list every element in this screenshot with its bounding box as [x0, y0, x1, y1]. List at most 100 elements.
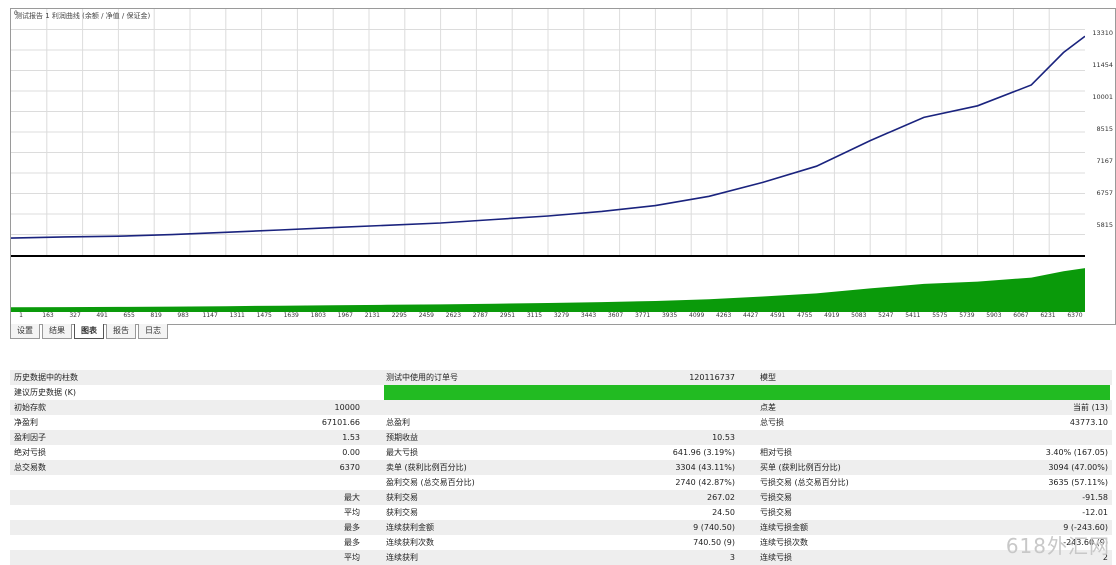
report-cell: 67101.66	[321, 418, 360, 427]
time-axis-label: 2459	[418, 312, 435, 319]
report-cell: 1.53	[342, 433, 360, 442]
report-row: 盈利因子 1.53 预期收益 10.53	[10, 430, 1112, 445]
report-row: 净盈利 67101.66 总盈利 总亏损 43773.10	[10, 415, 1112, 430]
report-cell: 模型	[760, 373, 776, 382]
report-cell: 绝对亏损	[14, 448, 46, 457]
report-cell: 总亏损	[760, 418, 784, 427]
price-axis-label: 11454	[1092, 61, 1113, 69]
report-cell: 9 (740.50)	[693, 523, 735, 532]
report-cell: 当前 (13)	[1073, 403, 1108, 412]
report-row: 最多 连续获利次数 740.50 (9) 连续亏损次数 -243.60 (9)	[10, 535, 1112, 550]
time-axis-label: 327	[69, 312, 81, 319]
time-axis-label: 4263	[716, 312, 732, 319]
price-axis: 13310 11454 10001 8515 7167 6757 5815	[1085, 9, 1115, 255]
report-cell: 2740 (42.87%)	[675, 478, 735, 487]
report-cell: 267.02	[707, 493, 735, 502]
price-axis-label: 13310	[1092, 29, 1113, 37]
report-cell: 历史数据中的柱数	[14, 373, 78, 382]
time-axis-label: 4755	[797, 312, 813, 319]
tab-4[interactable]: 日志	[138, 324, 168, 339]
time-axis-label: 4427	[743, 312, 759, 319]
price-axis-label: 6757	[1096, 189, 1113, 197]
report-row: 建议历史数据 (K)	[10, 385, 1112, 400]
volume-area	[11, 268, 1085, 312]
time-axis-label: 655	[123, 312, 135, 319]
volume-chart	[11, 268, 1085, 312]
report-row: 最大 获利交易 267.02 亏损交易 -91.58	[10, 490, 1112, 505]
time-axis-label: 163	[42, 312, 54, 319]
report-cell: -91.58	[1082, 493, 1108, 502]
time-axis-label: 2623	[445, 312, 462, 319]
report-cell: 最多	[344, 523, 360, 532]
time-axis: 1 163 327 491 655 819 983 1147 1311 1475 1639 1803 1…	[11, 312, 1085, 324]
report-table: 历史数据中的柱数 测试中使用的订单号 120116737 模型 建议历史数据 (K) 初始…	[10, 370, 1112, 565]
report-cell: 10000	[334, 403, 360, 412]
tab-1[interactable]: 结果	[42, 324, 72, 339]
strategy-tester-graph: 测试报告 1 利润曲线 (余额 / 净值 / 保证金) 13310 11454 1 0…	[10, 8, 1116, 325]
report-cell: 初始存款	[14, 403, 46, 412]
time-axis-label: 4919	[824, 312, 840, 319]
report-cell: 最大	[344, 493, 360, 502]
time-axis-label: 3279	[553, 312, 570, 319]
time-axis-label: 1475	[256, 312, 272, 319]
report-row: 盈利交易 (总交易百分比) 2740 (42.87%) 亏损交易 (总交易百分比) 3…	[10, 475, 1112, 490]
tester-tabs: 设置 结果 图表 报告 日志	[10, 324, 170, 340]
report-cell: 641.96 (3.19%)	[672, 448, 735, 457]
time-axis-label: 1639	[283, 312, 299, 319]
time-axis-label: 4591	[770, 312, 786, 319]
time-axis-label: 3607	[607, 312, 624, 319]
report-cell: 连续亏损金额	[760, 523, 808, 532]
time-axis-label: 5903	[986, 312, 1002, 319]
price-axis-label: 5815	[1096, 221, 1113, 229]
time-axis-label: 1967	[337, 312, 353, 319]
time-axis-label: 6231	[1040, 312, 1056, 319]
price-axis-label: 7167	[1096, 157, 1113, 165]
report-row: 绝对亏损 0.00 最大亏损 641.96 (3.19%) 相对亏损 3.40% (167…	[10, 445, 1112, 460]
volume-label: 0	[14, 10, 18, 17]
report-cell: 亏损交易	[760, 493, 792, 502]
time-axis-label: 5739	[959, 312, 975, 319]
time-axis-label: 491	[96, 312, 108, 319]
report-cell: 10.53	[712, 433, 735, 442]
report-cell: 740.50 (9)	[693, 538, 735, 547]
report-cell: 6370	[339, 463, 360, 472]
report-cell: 连续亏损次数	[760, 538, 808, 547]
report-row: 初始存款 10000 点差 当前 (13)	[10, 400, 1112, 415]
report-cell: 建议历史数据 (K)	[14, 388, 77, 397]
tab-0[interactable]: 设置	[10, 324, 40, 339]
chart-title: 测试报告 1 利润曲线 (余额 / 净值 / 保证金)	[15, 12, 151, 20]
time-axis-label: 2295	[391, 312, 407, 319]
report-cell: 最多	[344, 538, 360, 547]
report-cell: 3094 (47.00%)	[1048, 463, 1108, 472]
time-axis-label: 4099	[689, 312, 705, 319]
time-axis-label: 1147	[202, 312, 218, 319]
time-axis-label: 1	[19, 312, 23, 319]
tab-3[interactable]: 报告	[106, 324, 136, 339]
time-axis-label: 983	[177, 312, 189, 319]
time-axis-label: 2131	[364, 312, 380, 319]
time-axis-label: 819	[150, 312, 162, 319]
time-axis-label: 6067	[1013, 312, 1029, 319]
report-cell: 买单 (获利比例百分比)	[760, 463, 841, 472]
report-cell: 24.50	[712, 508, 735, 517]
report-cell: 点差	[760, 403, 776, 412]
tab-2[interactable]: 图表	[74, 324, 104, 339]
report-cell: 平均	[344, 508, 360, 517]
time-axis-label: 6370	[1067, 312, 1083, 319]
report-cell: 0.00	[342, 448, 360, 457]
time-axis-label: 3443	[580, 312, 597, 319]
time-axis-label: 2787	[472, 312, 489, 319]
price-axis-label: 8515	[1096, 125, 1113, 133]
time-axis-label: 5411	[905, 312, 921, 319]
time-axis-label: 5247	[878, 312, 894, 319]
report-row: 最多 连续获利金额 9 (740.50) 连续亏损金额 9 (-243.60)	[10, 520, 1112, 535]
report-cell: 净盈利	[14, 418, 38, 427]
time-axis-label: 1311	[229, 312, 245, 319]
report-cell: 43773.10	[1069, 418, 1108, 427]
report-row: 总交易数 6370 卖单 (获利比例百分比) 3304 (43.11%) 买单 (获利比…	[10, 460, 1112, 475]
report-cell: 相对亏损	[760, 448, 792, 457]
report-cell: 总交易数	[14, 463, 46, 472]
time-axis-label: 1803	[310, 312, 326, 319]
report-cell: 亏损交易 (总交易百分比)	[760, 478, 849, 487]
time-axis-label: 3935	[661, 312, 678, 319]
